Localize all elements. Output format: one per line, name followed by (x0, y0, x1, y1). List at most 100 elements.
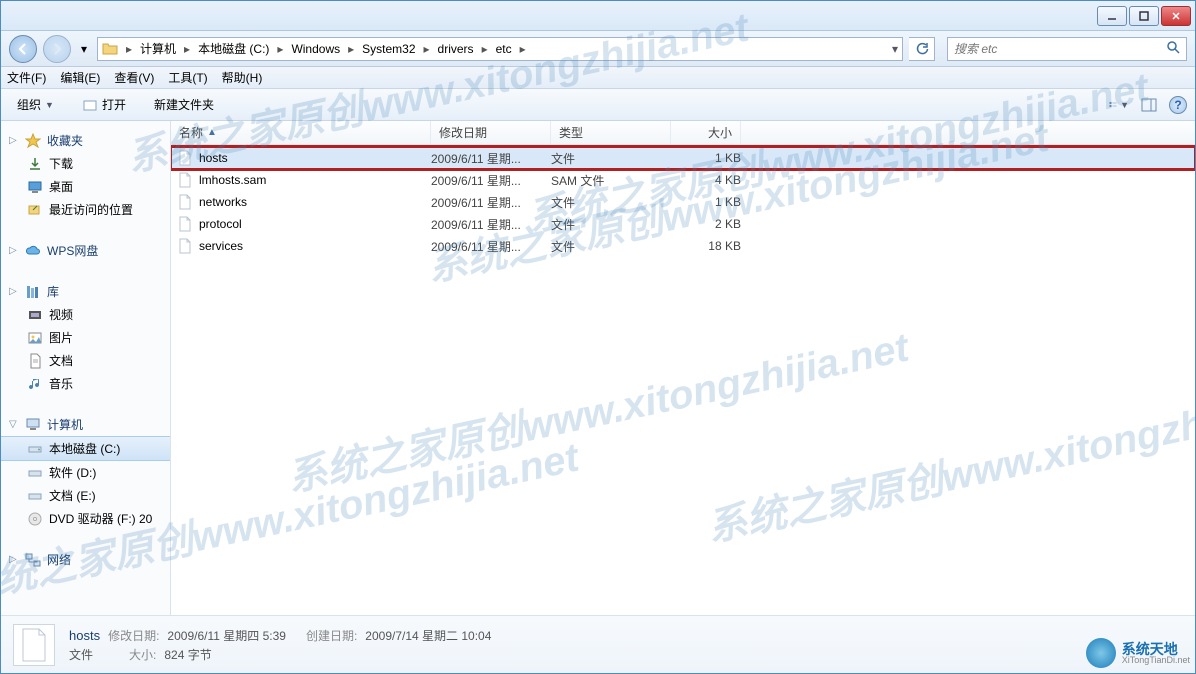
view-options-button[interactable]: ▼ (1109, 95, 1129, 115)
sidebar-item-recent[interactable]: 最近访问的位置 (1, 198, 170, 221)
details-created-label: 创建日期: (306, 627, 357, 644)
source-badge: 系统天地XiTongTianDi.net (1086, 638, 1190, 668)
organize-button[interactable]: 组织▼ (9, 93, 62, 116)
breadcrumb-item[interactable]: drivers (434, 42, 478, 56)
back-button[interactable] (9, 35, 37, 63)
navbar: ▾ ▸ 计算机 ▸ 本地磁盘 (C:) ▸ Windows ▸ System32… (1, 31, 1195, 67)
open-icon (82, 97, 98, 113)
folder-icon (102, 41, 118, 57)
address-bar[interactable]: ▸ 计算机 ▸ 本地磁盘 (C:) ▸ Windows ▸ System32 ▸… (97, 37, 903, 61)
history-dropdown[interactable]: ▾ (77, 42, 91, 56)
document-icon (27, 353, 43, 369)
file-date: 2009/6/11 星期... (431, 216, 551, 233)
breadcrumb-item[interactable]: 本地磁盘 (C:) (194, 40, 273, 57)
menu-tools[interactable]: 工具(T) (168, 69, 207, 86)
drive-icon (27, 465, 43, 481)
network-icon (25, 552, 41, 568)
file-name: hosts (199, 151, 228, 165)
file-row[interactable]: hosts2009/6/11 星期...文件1 KB (171, 147, 1195, 169)
preview-pane-button[interactable] (1139, 95, 1159, 115)
file-row[interactable]: protocol2009/6/11 星期...文件2 KB (171, 213, 1195, 235)
file-icon (177, 150, 193, 166)
chevron-right-icon[interactable]: ▸ (422, 42, 432, 56)
sidebar-item-videos[interactable]: 视频 (1, 303, 170, 326)
breadcrumb-item[interactable]: Windows (287, 42, 344, 56)
minimize-button[interactable] (1097, 6, 1127, 26)
details-type: 文件 (69, 646, 93, 663)
help-button[interactable]: ? (1169, 96, 1187, 114)
download-icon (27, 156, 43, 172)
sidebar-libraries-header[interactable]: ▷库 (1, 280, 170, 303)
sidebar-wps-header[interactable]: ▷WPS网盘 (1, 239, 170, 262)
chevron-right-icon[interactable]: ▸ (124, 42, 134, 56)
chevron-right-icon[interactable]: ▸ (346, 42, 356, 56)
file-row[interactable]: networks2009/6/11 星期...文件1 KB (171, 191, 1195, 213)
file-icon (177, 172, 193, 188)
sidebar-item-documents[interactable]: 文档 (1, 349, 170, 372)
column-name[interactable]: 名称▲ (171, 121, 431, 144)
menu-edit[interactable]: 编辑(E) (60, 69, 100, 86)
sidebar-item-desktop[interactable]: 桌面 (1, 175, 170, 198)
open-button[interactable]: 打开 (74, 93, 134, 116)
breadcrumb-item[interactable]: 计算机 (136, 40, 180, 57)
column-date[interactable]: 修改日期 (431, 121, 551, 144)
file-thumbnail (13, 624, 55, 666)
column-size[interactable]: 大小 (671, 121, 741, 144)
sidebar-item-pictures[interactable]: 图片 (1, 326, 170, 349)
address-dropdown[interactable]: ▾ (892, 42, 898, 56)
details-modified-label: 修改日期: (108, 627, 159, 644)
sidebar-item-music[interactable]: 音乐 (1, 372, 170, 395)
file-type: 文件 (551, 238, 671, 255)
file-date: 2009/6/11 星期... (431, 172, 551, 189)
explorer-window: ▾ ▸ 计算机 ▸ 本地磁盘 (C:) ▸ Windows ▸ System32… (0, 0, 1196, 674)
sidebar-favorites-header[interactable]: ▷收藏夹 (1, 129, 170, 152)
search-box[interactable] (947, 37, 1187, 61)
sidebar-item-downloads[interactable]: 下载 (1, 152, 170, 175)
file-size: 1 KB (671, 151, 741, 165)
file-size: 2 KB (671, 217, 741, 231)
file-type: 文件 (551, 194, 671, 211)
details-modified: 2009/6/11 星期四 5:39 (167, 627, 286, 644)
sidebar-computer-header[interactable]: ▽计算机 (1, 413, 170, 436)
titlebar (1, 1, 1195, 31)
chevron-right-icon[interactable]: ▸ (275, 42, 285, 56)
file-name: protocol (199, 217, 242, 231)
sidebar: ▷收藏夹 下载 桌面 最近访问的位置 ▷WPS网盘 ▷库 视频 图片 文档 音乐… (1, 121, 171, 615)
chevron-right-icon[interactable]: ▸ (480, 42, 490, 56)
file-date: 2009/6/11 星期... (431, 150, 551, 167)
computer-icon (25, 417, 41, 433)
chevron-right-icon[interactable]: ▸ (518, 42, 528, 56)
file-size: 18 KB (671, 239, 741, 253)
maximize-button[interactable] (1129, 6, 1159, 26)
menubar: 文件(F) 编辑(E) 查看(V) 工具(T) 帮助(H) (1, 67, 1195, 89)
cd-icon (27, 511, 43, 527)
forward-button[interactable] (43, 35, 71, 63)
search-input[interactable] (954, 42, 1166, 56)
menu-file[interactable]: 文件(F) (7, 69, 46, 86)
chevron-right-icon[interactable]: ▸ (182, 42, 192, 56)
file-row[interactable]: services2009/6/11 星期...文件18 KB (171, 235, 1195, 257)
sidebar-item-drive-d[interactable]: 软件 (D:) (1, 461, 170, 484)
desktop-icon (27, 179, 43, 195)
details-pane: hosts 修改日期: 2009/6/11 星期四 5:39 创建日期: 200… (1, 615, 1195, 673)
column-type[interactable]: 类型 (551, 121, 671, 144)
new-folder-button[interactable]: 新建文件夹 (146, 93, 222, 116)
details-size-label: 大小: (129, 646, 156, 663)
sidebar-network-header[interactable]: ▷网络 (1, 548, 170, 571)
file-icon (177, 194, 193, 210)
sidebar-item-dvd-f[interactable]: DVD 驱动器 (F:) 20 (1, 507, 170, 530)
file-row[interactable]: lmhosts.sam2009/6/11 星期...SAM 文件4 KB (171, 169, 1195, 191)
sidebar-item-drive-c[interactable]: 本地磁盘 (C:) (1, 436, 170, 461)
close-button[interactable] (1161, 6, 1191, 26)
menu-view[interactable]: 查看(V) (114, 69, 154, 86)
sidebar-item-drive-e[interactable]: 文档 (E:) (1, 484, 170, 507)
globe-icon (1086, 638, 1116, 668)
file-type: SAM 文件 (551, 172, 671, 189)
sort-asc-icon: ▲ (207, 127, 217, 138)
refresh-button[interactable] (909, 37, 935, 61)
breadcrumb-item[interactable]: etc (492, 42, 516, 56)
picture-icon (27, 330, 43, 346)
menu-help[interactable]: 帮助(H) (222, 69, 263, 86)
search-icon[interactable] (1166, 40, 1180, 57)
breadcrumb-item[interactable]: System32 (358, 42, 419, 56)
